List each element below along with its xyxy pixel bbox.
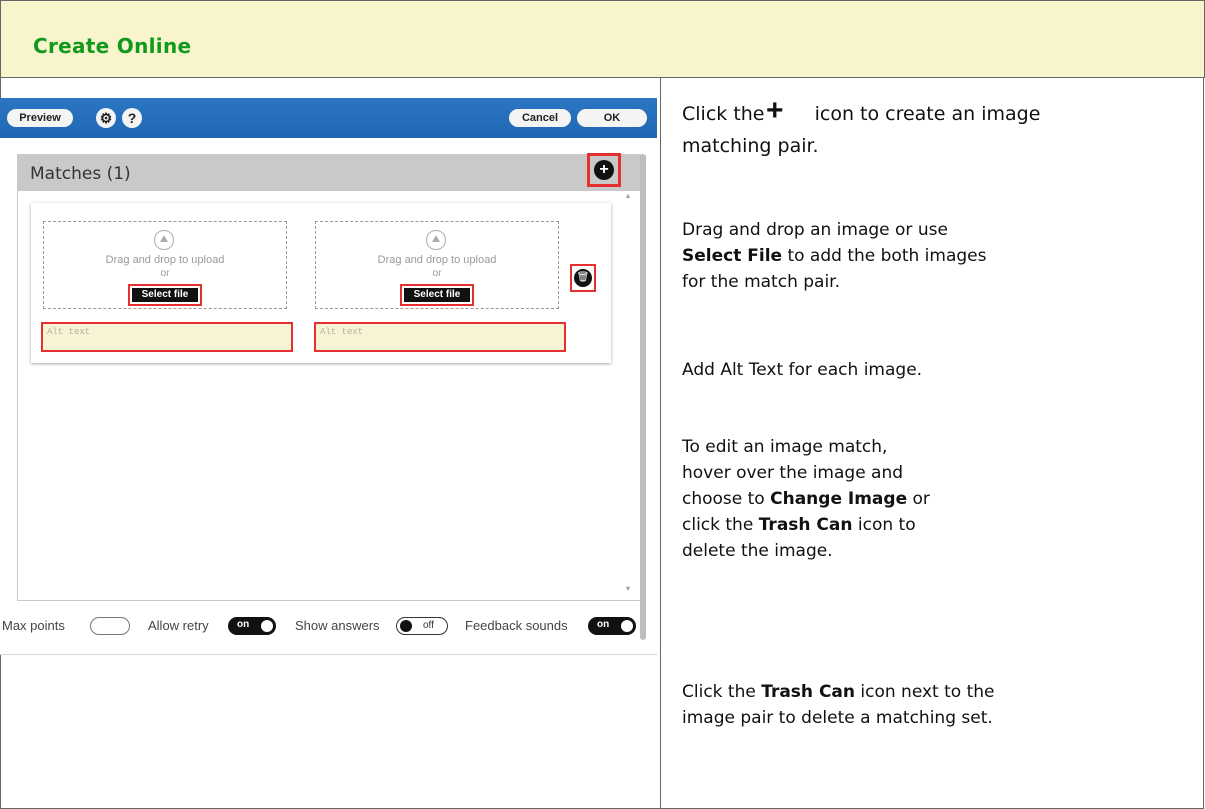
alt-text-field-1[interactable]: Alt text xyxy=(41,322,293,352)
ok-button[interactable]: OK xyxy=(577,109,647,127)
match-pair-card: ⛰ Drag and drop to upload or Select file… xyxy=(31,203,611,363)
alt-text-placeholder: Alt text xyxy=(47,327,91,337)
max-points-label: Max points xyxy=(2,618,65,633)
preview-button[interactable]: Preview xyxy=(7,109,73,127)
drop-or: or xyxy=(160,268,170,279)
allow-retry-label: Allow retry xyxy=(148,618,209,633)
image-drop-zone-1[interactable]: ⛰ Drag and drop to upload or Select file xyxy=(43,221,287,309)
drop-text: Drag and drop to upload xyxy=(377,254,497,266)
scroll-down-arrow[interactable]: ▾ xyxy=(626,584,630,593)
image-placeholder-icon: ⛰ xyxy=(426,230,446,250)
select-file-button[interactable]: Select file xyxy=(404,288,470,302)
plus-icon[interactable]: + xyxy=(594,160,614,180)
image-placeholder-icon: ⛰ xyxy=(154,230,174,250)
allow-retry-toggle[interactable]: on xyxy=(228,617,276,635)
vertical-scrollbar[interactable] xyxy=(640,154,646,640)
show-answers-label: Show answers xyxy=(295,618,380,633)
matches-header: Matches (1) + xyxy=(18,153,640,191)
instruction-step-3: Add Alt Text for each image. xyxy=(682,360,923,380)
drop-text: Drag and drop to upload xyxy=(105,254,225,266)
delete-highlight: 🗑 xyxy=(570,264,596,292)
show-answers-toggle[interactable]: off xyxy=(396,617,448,635)
matches-title: Matches (1) xyxy=(30,164,131,184)
image-drop-zone-2[interactable]: ⛰ Drag and drop to upload or Select file xyxy=(315,221,559,309)
select-file-button[interactable]: Select file xyxy=(132,288,198,302)
plus-icon: + xyxy=(766,94,784,127)
feedback-sounds-label: Feedback sounds xyxy=(465,618,568,633)
cancel-button[interactable]: Cancel xyxy=(509,109,571,127)
help-button[interactable]: ? xyxy=(122,108,142,128)
instruction-step-1: Click the icon to create an image xyxy=(682,103,1041,125)
select-file-highlight: Select file xyxy=(400,284,474,306)
editor-screenshot: Preview ⚙ ? Cancel OK Matches (1) + ⛰ Dr… xyxy=(0,98,657,655)
add-highlight: + xyxy=(587,153,621,187)
instruction-step-1-cont: matching pair. xyxy=(682,135,819,157)
document-page: Create Online Preview ⚙ ? Cancel OK Matc… xyxy=(0,0,1205,809)
editor-footer: Max points Allow retry on Show answers o… xyxy=(0,614,657,638)
max-points-input[interactable] xyxy=(90,617,130,635)
instruction-step-2: Drag and drop an image or use Select Fil… xyxy=(682,220,987,292)
feedback-sounds-toggle[interactable]: on xyxy=(588,617,636,635)
drop-or: or xyxy=(432,268,442,279)
scroll-up-arrow[interactable]: ▴ xyxy=(626,191,630,200)
gear-icon[interactable]: ⚙ xyxy=(96,108,116,128)
alt-text-placeholder: Alt text xyxy=(320,327,364,337)
alt-text-field-2[interactable]: Alt text xyxy=(314,322,566,352)
table-header: Create Online xyxy=(0,0,1205,78)
trash-icon[interactable]: 🗑 xyxy=(574,269,592,287)
instruction-step-4: To edit an image match, hover over the i… xyxy=(682,437,930,561)
instruction-step-5: Click the Trash Can icon next to the ima… xyxy=(682,682,995,728)
matches-panel: Matches (1) + ⛰ Drag and drop to upload … xyxy=(17,153,641,601)
header-title: Create Online xyxy=(33,34,192,58)
editor-toolbar: Preview ⚙ ? Cancel OK xyxy=(0,98,657,138)
select-file-highlight: Select file xyxy=(128,284,202,306)
